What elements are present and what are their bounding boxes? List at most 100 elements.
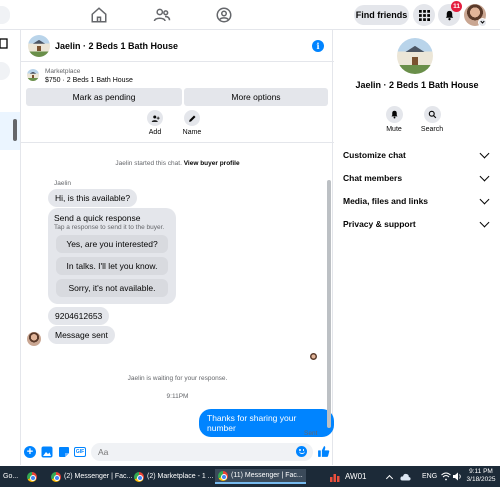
name-label: Name [182, 129, 202, 136]
message-bubble-sent[interactable]: Message sent [48, 326, 115, 344]
left-nav-fragment [0, 6, 10, 24]
menu-label: Privacy & support [343, 219, 416, 229]
mark-as-pending-button[interactable]: Mark as pending [26, 88, 182, 106]
lang-indicator[interactable]: ENG [419, 469, 440, 484]
chevron-up-icon [385, 474, 394, 482]
menu-label: Chat members [343, 173, 403, 183]
message-bubble-incoming[interactable]: Hi, is this available? [48, 189, 138, 207]
search-label: Search [420, 126, 444, 133]
mute-action[interactable]: Mute [384, 106, 404, 133]
taskbar-item-label: (2) Messenger | Fac... [64, 473, 133, 480]
taskbar-item[interactable]: (2) Messenger | Fac... [48, 469, 135, 484]
clock[interactable]: 9:11 PM 3/18/2025 [466, 468, 496, 484]
search-action[interactable]: Search [420, 106, 444, 133]
quick-reply-option[interactable]: Sorry, it's not available. [56, 279, 168, 297]
emoji-icon[interactable] [296, 446, 307, 457]
gif-icon[interactable]: GIF [74, 447, 86, 457]
compose-icon[interactable] [0, 38, 8, 50]
panel-avatar[interactable] [397, 38, 433, 74]
sender-name: Jaelin [54, 180, 71, 187]
quick-response-subtitle: Tap a response to send it to the buyer. [54, 224, 165, 231]
notification-badge: 11 [451, 1, 462, 12]
taskbar-item-label: (11) Messenger | Fac... [231, 472, 303, 479]
chevron-down-icon [479, 148, 490, 158]
message-status: Sent [304, 430, 318, 437]
system-started-text: Jaelin started this chat. [115, 160, 182, 167]
tray-icon-cloud[interactable] [397, 469, 414, 484]
listing-detail[interactable]: $750 · 2 Beds 1 Bath House [45, 77, 133, 84]
grid-menu-icon [418, 9, 430, 21]
chevron-down-icon [479, 217, 490, 227]
chrome-icon [134, 471, 144, 482]
account-dropdown-icon[interactable] [478, 18, 487, 27]
taskbar-item-active[interactable]: (11) Messenger | Fac... [215, 469, 306, 484]
customize-chat-row[interactable]: Customize chat [343, 144, 491, 166]
listing-source: Marketplace [45, 68, 81, 75]
chat-members-row[interactable]: Chat members [343, 167, 491, 189]
plus-icon[interactable]: + [24, 446, 36, 458]
taskbar-chrome-icon[interactable] [24, 469, 40, 484]
friends-icon[interactable] [153, 6, 171, 24]
menu-label: Media, files and links [343, 196, 429, 206]
menu-label: Customize chat [343, 150, 406, 160]
add-action[interactable]: Add [145, 110, 165, 136]
add-label: Add [148, 129, 162, 136]
stock-widget[interactable]: AW01 [327, 469, 370, 484]
media-files-links-row[interactable]: Media, files and links [343, 190, 491, 212]
chat-conversation: Jaelin · 2 Beds 1 Bath House i Marketpla… [20, 30, 334, 465]
home-icon[interactable] [90, 6, 108, 24]
chat-scrollbar[interactable] [327, 180, 331, 428]
message-timestamp: 9:11PM [166, 393, 189, 400]
info-icon[interactable]: i [312, 40, 324, 52]
clock-time: 9:11 PM [469, 468, 493, 475]
chevron-down-icon [479, 171, 490, 181]
lang-label: ENG [422, 473, 438, 480]
menu-button[interactable] [413, 4, 435, 26]
composer-bar: + GIF [21, 440, 334, 465]
left-scrollbar-thumb[interactable] [13, 119, 17, 141]
mute-label: Mute [386, 126, 402, 133]
wifi-icon[interactable] [441, 472, 451, 481]
profile-circle-icon[interactable] [215, 6, 233, 24]
clock-date: 3/18/2025 [466, 476, 496, 483]
chat-avatar[interactable] [28, 35, 50, 57]
chat-title[interactable]: Jaelin · 2 Beds 1 Bath House [55, 41, 178, 51]
read-receipt-avatar [310, 353, 317, 360]
chat-header: Jaelin · 2 Beds 1 Bath House i [21, 30, 334, 62]
mute-bell-icon [385, 106, 403, 123]
selected-thread-highlight[interactable] [0, 112, 20, 150]
volume-icon[interactable] [453, 472, 463, 481]
quick-reply-option[interactable]: In talks. I'll let you know. [56, 257, 168, 275]
sticker-icon[interactable] [58, 446, 70, 458]
quick-reply-option[interactable]: Yes, are you interested? [56, 235, 168, 253]
system-message-started: Jaelin started this chat. View buyer pro… [21, 160, 334, 167]
taskbar-item-label: Go... [3, 473, 19, 480]
message-bubble-phone[interactable]: 9204612653 [48, 307, 110, 325]
taskbar-item[interactable]: Go... [0, 469, 21, 484]
name-action[interactable]: Name [181, 110, 203, 136]
find-friends-button[interactable]: Find friends [354, 5, 409, 25]
left-search-fragment[interactable] [0, 62, 10, 80]
panel-title: Jaelin · 2 Beds 1 Bath House [355, 80, 479, 90]
chrome-icon [51, 471, 61, 482]
taskbar-item-label: (2) Marketplace - 1 ... [147, 473, 214, 480]
message-list: Add Name Jaelin started this chat. View … [21, 110, 334, 440]
like-icon[interactable] [317, 445, 330, 458]
chevron-down-icon [479, 194, 490, 204]
stock-label: AW01 [345, 472, 367, 481]
pencil-icon [184, 110, 200, 126]
top-navigation-bar: Find friends 11 [0, 0, 500, 30]
view-buyer-profile-link[interactable]: View buyer profile [184, 160, 240, 167]
message-input[interactable] [91, 443, 313, 461]
taskbar-item[interactable]: (2) Marketplace - 1 ... [131, 469, 217, 484]
quick-response-title: Send a quick response [54, 213, 141, 223]
tray-chevron[interactable] [384, 469, 395, 484]
more-options-button[interactable]: More options [184, 88, 328, 106]
image-icon[interactable] [41, 446, 53, 458]
stock-chart-icon [330, 473, 340, 482]
sender-avatar[interactable] [27, 332, 41, 346]
listing-thumbnail[interactable] [27, 69, 39, 81]
chrome-icon [218, 470, 228, 481]
system-message-waiting: Jaelin is waiting for your response. [127, 375, 228, 382]
privacy-support-row[interactable]: Privacy & support [343, 213, 491, 235]
